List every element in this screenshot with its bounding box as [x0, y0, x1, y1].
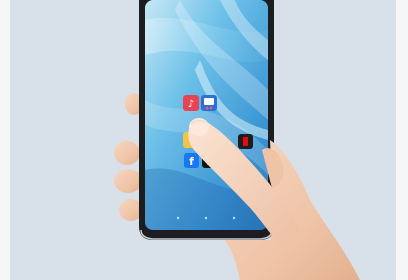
facebook-app-icon: f	[184, 153, 199, 168]
phone-in-hand-photo: ♪ f ♪	[114, 0, 360, 280]
photo-frame: ♪ f ♪	[0, 0, 408, 280]
svg-text:f: f	[189, 155, 194, 168]
video-app-icon	[238, 134, 253, 149]
gallery-app-icon	[201, 95, 217, 111]
back-fingers	[114, 93, 143, 221]
svg-text:♪: ♪	[188, 99, 194, 110]
music-app-icon: ♪	[183, 95, 199, 111]
